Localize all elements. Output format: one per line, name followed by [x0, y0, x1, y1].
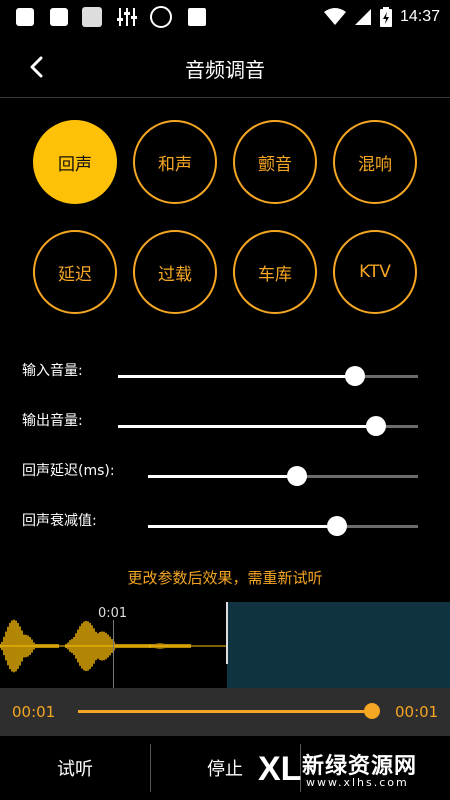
slider-fill [148, 475, 297, 478]
status-bar: 14:37 [0, 0, 450, 34]
waveform-gridline [113, 620, 114, 688]
slider-label: 输出音量: [22, 413, 83, 429]
waveform-graphic [0, 619, 226, 673]
effect-echo-button[interactable]: 回声 [33, 120, 117, 204]
page-title: 音频调音 [185, 58, 265, 82]
dots-icon [150, 6, 172, 28]
effect-delay-button[interactable]: 延迟 [33, 230, 117, 314]
wifi-icon [323, 8, 346, 25]
output-volume-slider[interactable] [118, 416, 418, 436]
echo-decay-slider[interactable] [148, 516, 418, 536]
effect-overdrive-button[interactable]: 过载 [133, 230, 217, 314]
slider-knob[interactable] [327, 516, 347, 536]
slider-fill [118, 425, 376, 428]
signal-icon [354, 9, 371, 25]
waveform-time-marker: 0:01 [98, 606, 128, 621]
current-time: 00:01 [12, 703, 56, 721]
waveform-cursor[interactable] [226, 602, 228, 664]
slider-label: 输入音量: [22, 363, 83, 379]
watermark-logo: XL 新绿资源网 www.xlhs.com [258, 748, 448, 792]
equalizer-icon [117, 8, 137, 26]
echo-delay-row: 回声延迟(ms): [0, 460, 450, 500]
square-icon [188, 8, 206, 26]
waveform-view[interactable]: 0:01 [0, 602, 450, 688]
effect-harmony-button[interactable]: 和声 [133, 120, 217, 204]
watermark-mark: XL [258, 750, 302, 788]
playback-progress-slider[interactable] [78, 703, 380, 719]
echo-decay-row: 回声衰减值: [0, 510, 450, 550]
watermark-url: www.xlhs.com [306, 776, 409, 789]
playback-knob[interactable] [364, 703, 380, 719]
slider-knob[interactable] [286, 466, 307, 486]
total-time: 00:01 [395, 703, 439, 721]
slider-knob[interactable] [345, 366, 365, 386]
notification-icon [50, 8, 68, 26]
notice-text: 更改参数后效果，需重新试听 [127, 569, 323, 587]
output-volume-row: 输出音量: [0, 410, 450, 450]
slider-label: 回声衰减值: [22, 513, 97, 529]
clock: 14:37 [399, 8, 440, 25]
sim-icon [82, 7, 102, 27]
effect-garage-button[interactable]: 车库 [233, 230, 317, 314]
slider-knob[interactable] [366, 416, 386, 436]
effect-ktv-button[interactable]: KTV [333, 230, 417, 314]
effect-tremolo-button[interactable]: 颤音 [233, 120, 317, 204]
input-volume-slider[interactable] [118, 366, 418, 386]
notification-icon [16, 8, 34, 26]
preview-button[interactable]: 试听 [0, 736, 150, 800]
toolbar: 音频调音 [0, 34, 450, 98]
slider-fill [148, 525, 337, 528]
battery-charging-icon [379, 7, 392, 27]
input-volume-row: 输入音量: [0, 360, 450, 400]
echo-delay-slider[interactable] [148, 466, 418, 486]
slider-fill [118, 375, 355, 378]
slider-label: 回声延迟(ms): [22, 463, 115, 479]
effect-reverb-button[interactable]: 混响 [333, 120, 417, 204]
playback-bar: 00:01 00:01 [0, 688, 450, 736]
